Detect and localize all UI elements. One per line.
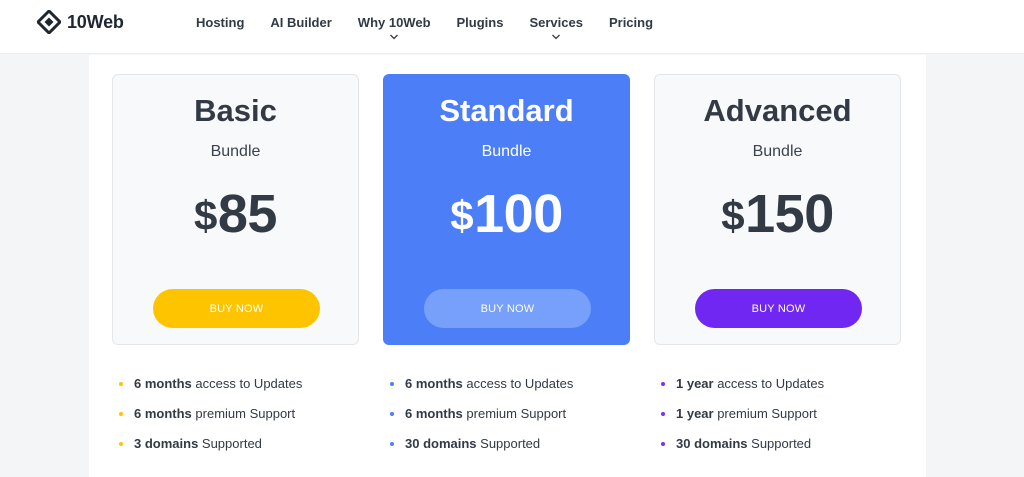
buy-now-button-basic[interactable]: BUY NOW	[153, 289, 320, 328]
plan-price: $150	[655, 183, 900, 245]
feature-text: access to Updates	[462, 376, 574, 391]
feature-text: access to Updates	[713, 376, 825, 391]
feature-item: 30 domains Supported	[660, 434, 880, 464]
plan-subtitle: Bundle	[481, 143, 532, 160]
feature-highlight: 6 months	[134, 376, 192, 391]
feature-text: access to Updates	[191, 376, 303, 391]
buy-now-button-standard[interactable]: BUY NOW	[424, 289, 591, 328]
brand-logo-link[interactable]: 10Web	[37, 10, 124, 34]
bullet-dot-icon	[661, 412, 665, 416]
feature-highlight: 3 domains	[134, 436, 199, 451]
plan-title: Advanced	[703, 93, 852, 128]
price-currency: $	[721, 192, 745, 239]
feature-highlight: 30 domains	[405, 436, 477, 451]
feature-list-basic: 6 months access to Updates 6 months prem…	[118, 374, 338, 464]
feature-item: 3 domains Supported	[118, 434, 338, 464]
nav-item-label: Why 10Web	[357, 15, 431, 30]
feature-text: premium Support	[191, 406, 296, 421]
feature-item: 1 year premium Support	[660, 404, 880, 434]
bullet-dot-icon	[390, 382, 394, 386]
nav-item-label: AI Builder	[270, 15, 332, 30]
chevron-down-icon	[552, 34, 561, 40]
bullet-dot-icon	[119, 412, 123, 416]
nav-item-label: Plugins	[456, 15, 504, 30]
feature-text: premium Support	[713, 406, 817, 421]
bullet-dot-icon	[390, 412, 394, 416]
nav-item-label: Services	[529, 15, 583, 30]
price-amount: 100	[474, 184, 563, 244]
pricing-card-advanced: Advanced Bundle $150 BUY NOW	[654, 74, 901, 345]
feature-highlight: 1 year	[676, 376, 714, 391]
nav-item-services[interactable]: Services	[529, 15, 583, 40]
diamond-logo-icon	[37, 10, 61, 34]
price-amount: 85	[217, 184, 278, 244]
nav-item-plugins[interactable]: Plugins	[457, 15, 504, 33]
plan-title: Standard	[439, 93, 574, 128]
plan-subtitle: Bundle	[752, 143, 803, 160]
feature-highlight: 6 months	[405, 406, 463, 421]
feature-text: Supported	[476, 436, 541, 451]
nav-item-hosting[interactable]: Hosting	[196, 15, 244, 33]
feature-highlight: 6 months	[134, 406, 192, 421]
feature-item: 6 months premium Support	[118, 404, 338, 434]
bullet-dot-icon	[390, 442, 394, 446]
bullet-dot-icon	[119, 382, 123, 386]
top-navbar: 10Web Hosting AI Builder Why 10Web Plugi…	[0, 0, 1024, 54]
feature-item: 1 year access to Updates	[660, 374, 880, 404]
pricing-card-basic: Basic Bundle $85 BUY NOW	[112, 74, 359, 345]
nav-item-pricing[interactable]: Pricing	[609, 15, 653, 33]
price-currency: $	[450, 192, 474, 239]
feature-item: 30 domains Supported	[389, 434, 609, 464]
nav-item-label: Hosting	[196, 15, 245, 30]
plan-title: Basic	[194, 93, 277, 128]
bullet-dot-icon	[119, 442, 123, 446]
feature-text: premium Support	[462, 406, 567, 421]
plan-price: $85	[113, 183, 358, 245]
price-currency: $	[194, 192, 217, 239]
feature-text: Supported	[198, 436, 262, 451]
price-amount: 150	[745, 184, 834, 244]
chevron-down-icon	[390, 34, 399, 40]
main-nav: Hosting AI Builder Why 10Web Plugins Ser…	[196, 14, 679, 40]
feature-highlight: 30 domains	[676, 436, 748, 451]
buy-now-button-advanced[interactable]: BUY NOW	[695, 289, 862, 328]
feature-item: 6 months premium Support	[389, 404, 609, 434]
feature-list-standard: 6 months access to Updates 6 months prem…	[389, 374, 609, 464]
bullet-dot-icon	[661, 382, 665, 386]
feature-list-advanced: 1 year access to Updates 1 year premium …	[660, 374, 880, 464]
feature-text: Supported	[747, 436, 812, 451]
plan-subtitle: Bundle	[210, 143, 261, 160]
nav-item-why-10web[interactable]: Why 10Web	[357, 15, 431, 40]
feature-item: 6 months access to Updates	[118, 374, 338, 404]
feature-highlight: 1 year	[676, 406, 714, 421]
nav-item-label: Pricing	[608, 15, 654, 30]
feature-item: 6 months access to Updates	[389, 374, 609, 404]
nav-item-ai-builder[interactable]: AI Builder	[270, 15, 331, 33]
pricing-card-standard: Standard Bundle $100 BUY NOW	[383, 74, 630, 345]
plan-price: $100	[384, 183, 629, 245]
bullet-dot-icon	[661, 442, 665, 446]
brand-name: 10Web	[67, 11, 124, 32]
feature-highlight: 6 months	[405, 376, 463, 391]
